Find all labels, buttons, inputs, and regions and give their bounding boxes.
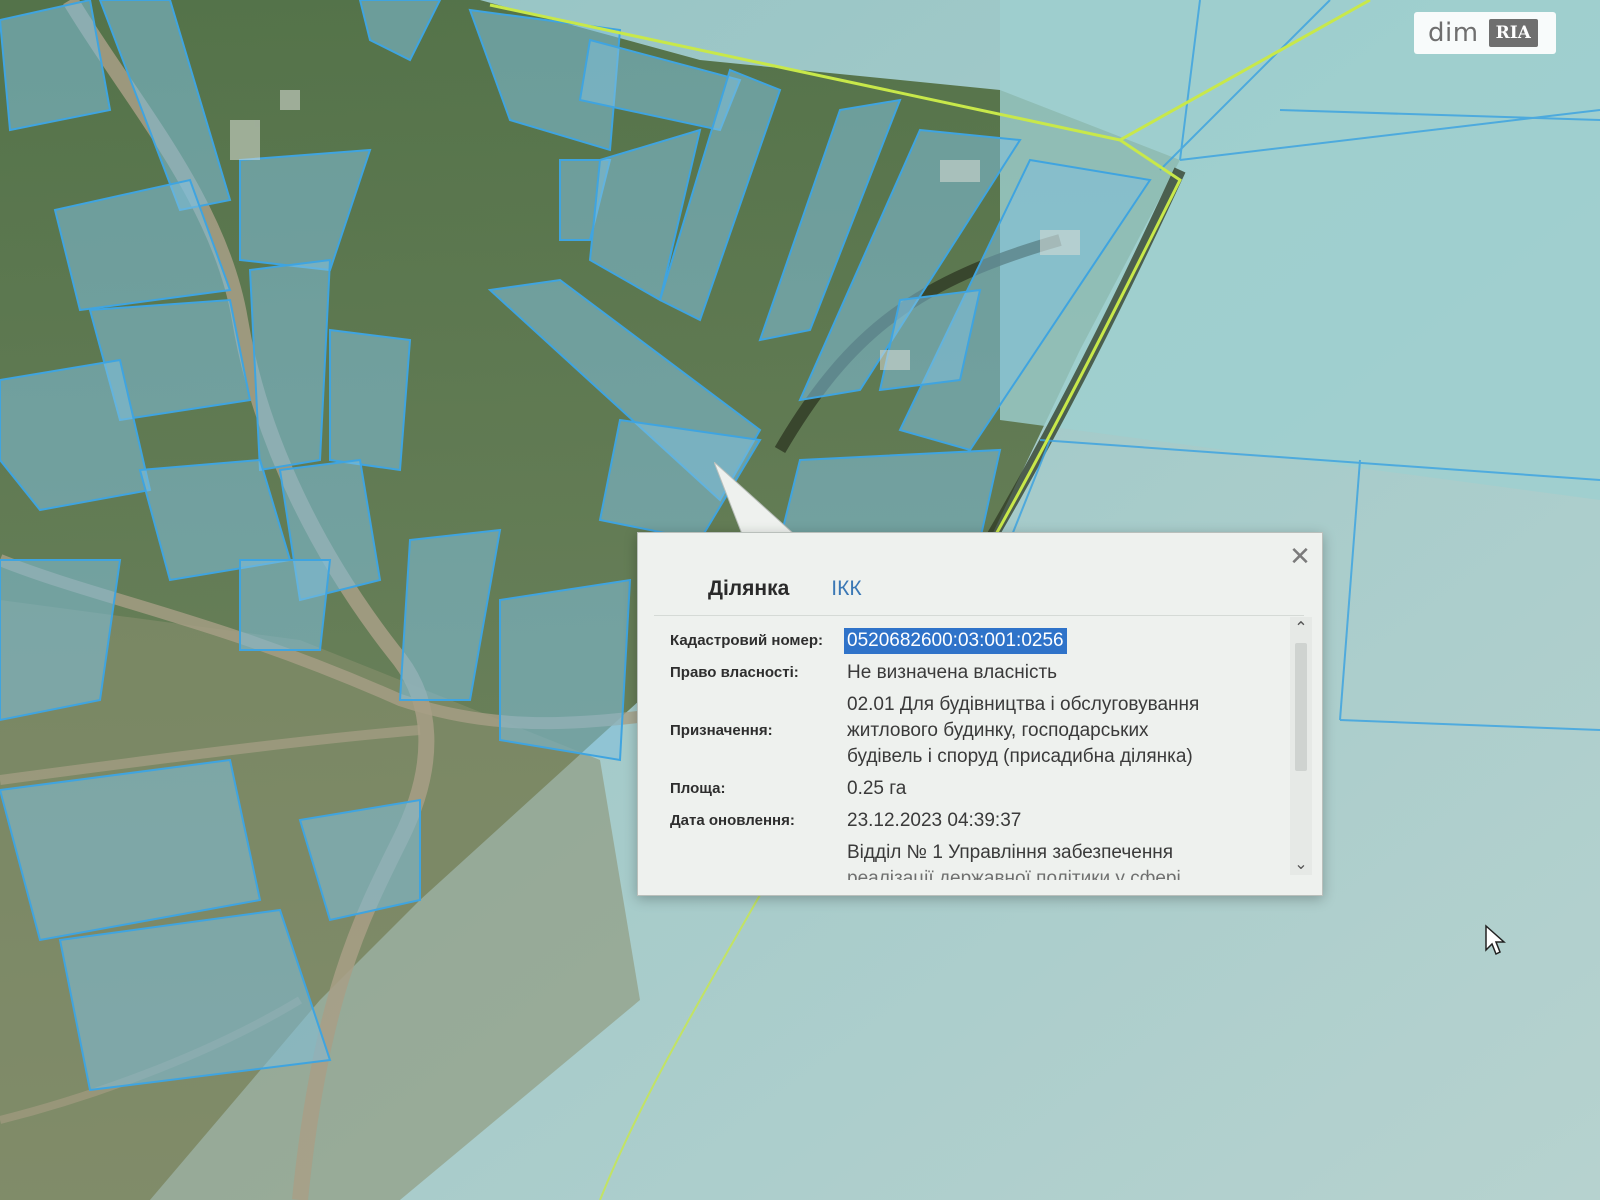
scroll-down-icon[interactable]: ⌄: [1290, 853, 1312, 875]
purpose-label: Призначення:: [670, 722, 773, 739]
ownership-value: Не визначена власність: [847, 662, 1058, 683]
department-line-1: Відділ № 1 Управління забезпечення: [847, 842, 1174, 863]
details-scrollbar[interactable]: ⌃ ⌄: [1290, 617, 1312, 875]
purpose-line-2: житлового будинку, господарських: [847, 720, 1149, 741]
purpose-line-3: будівель і споруд (присадибна ділянка): [847, 746, 1193, 767]
ownership-label: Право власності:: [670, 664, 799, 681]
area-label: Площа:: [670, 780, 726, 797]
close-icon[interactable]: ✕: [1288, 544, 1312, 570]
watermark-brand: dim: [1428, 18, 1479, 48]
updated-value: 23.12.2023 04:39:37: [847, 810, 1022, 831]
updated-label: Дата оновлення:: [670, 812, 795, 829]
scroll-thumb[interactable]: [1295, 643, 1307, 771]
tab-parcel[interactable]: Ділянка: [708, 577, 789, 601]
cadastral-label: Кадастровий номер:: [670, 632, 824, 649]
parcel-details[interactable]: Кадастровий номер: 0520682600:03:001:025…: [654, 615, 1304, 880]
mouse-cursor-icon: [1485, 924, 1506, 956]
department-line-2: реалізації державної політики у сфері: [847, 868, 1181, 880]
parcel-info-popup: ✕ Ділянка ІКК Кадастровий номер: 0520682…: [637, 532, 1323, 896]
dimria-watermark: dim RIA: [1414, 12, 1556, 54]
watermark-badge: RIA: [1488, 19, 1538, 47]
purpose-line-1: 02.01 Для будівництва і обслуговування: [847, 694, 1200, 715]
popup-tabs: Ділянка ІКК: [708, 577, 862, 601]
scroll-up-icon[interactable]: ⌃: [1290, 617, 1312, 639]
cadastral-value[interactable]: 0520682600:03:001:0256: [844, 628, 1067, 654]
popup-pointer: [714, 462, 794, 534]
tab-ikk[interactable]: ІКК: [831, 577, 861, 601]
area-value: 0.25 га: [847, 778, 907, 799]
